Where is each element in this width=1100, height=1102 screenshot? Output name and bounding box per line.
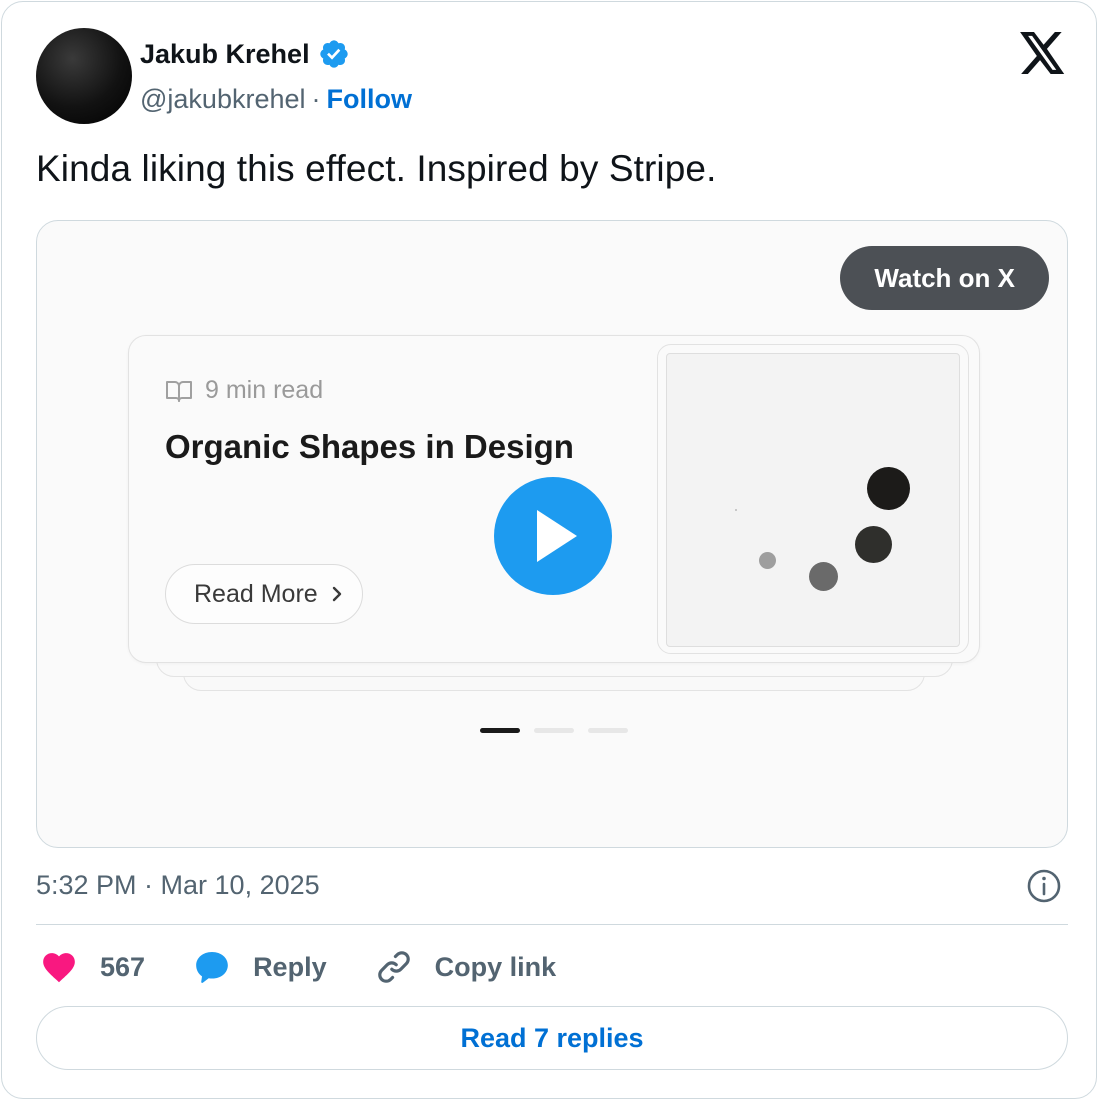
author-handle[interactable]: @jakubkrehel [140,84,306,115]
author-name-row: Jakub Krehel [140,38,350,70]
like-count: 567 [100,951,146,982]
chevron-right-icon [332,586,341,602]
shape-dot [759,552,776,569]
play-button[interactable] [494,477,612,595]
author-handle-row: @jakubkrehel · Follow [140,84,412,115]
pager-dot[interactable] [588,728,628,733]
read-replies-button[interactable]: Read 7 replies [36,1006,1068,1070]
info-icon[interactable] [1026,868,1062,904]
book-icon [166,380,192,402]
read-more-label: Read More [194,579,318,608]
read-more-button[interactable]: Read More [165,564,363,624]
x-logo-icon[interactable] [1020,32,1066,74]
article-title: Organic Shapes in Design [165,428,574,465]
watch-on-x-button[interactable]: Watch on X [840,246,1049,310]
shape-dot [809,562,838,591]
shape-preview-canvas [666,353,960,647]
copy-link-label: Copy link [434,951,557,982]
shape-dot [735,509,737,511]
read-time-label: 9 min read [205,376,324,404]
author-name[interactable]: Jakub Krehel [140,39,310,70]
copy-link-button[interactable]: Copy link [375,948,557,986]
carousel-pager [480,728,628,733]
pager-dot-active[interactable] [480,728,520,733]
separator-dot: · [311,84,321,114]
video-media[interactable]: Watch on X 9 min read Organic Shapes in … [36,220,1068,848]
heart-icon [43,953,75,983]
divider [36,924,1068,925]
link-icon [377,951,410,983]
play-icon [537,510,577,562]
tweet-text: Kinda liking this effect. Inspired by St… [36,148,717,189]
avatar[interactable] [36,28,132,124]
verified-badge-icon [319,40,348,68]
shape-dot [855,526,892,563]
tweet-embed: Jakub Krehel @jakubkrehel · Follow Kinda… [1,1,1097,1099]
read-time: 9 min read [165,376,323,405]
action-bar: 567 Reply Copy link [40,942,604,992]
shape-preview-frame [657,344,969,654]
pager-dot[interactable] [534,728,574,733]
speech-bubble-icon [196,951,228,983]
reply-button[interactable]: Reply [193,948,327,986]
tweet-timestamp[interactable]: 5:32 PM · Mar 10, 2025 [36,870,320,901]
follow-button[interactable]: Follow [327,84,412,115]
shape-dot [867,467,910,510]
like-button[interactable]: 567 [40,948,145,986]
reply-label: Reply [253,951,327,982]
